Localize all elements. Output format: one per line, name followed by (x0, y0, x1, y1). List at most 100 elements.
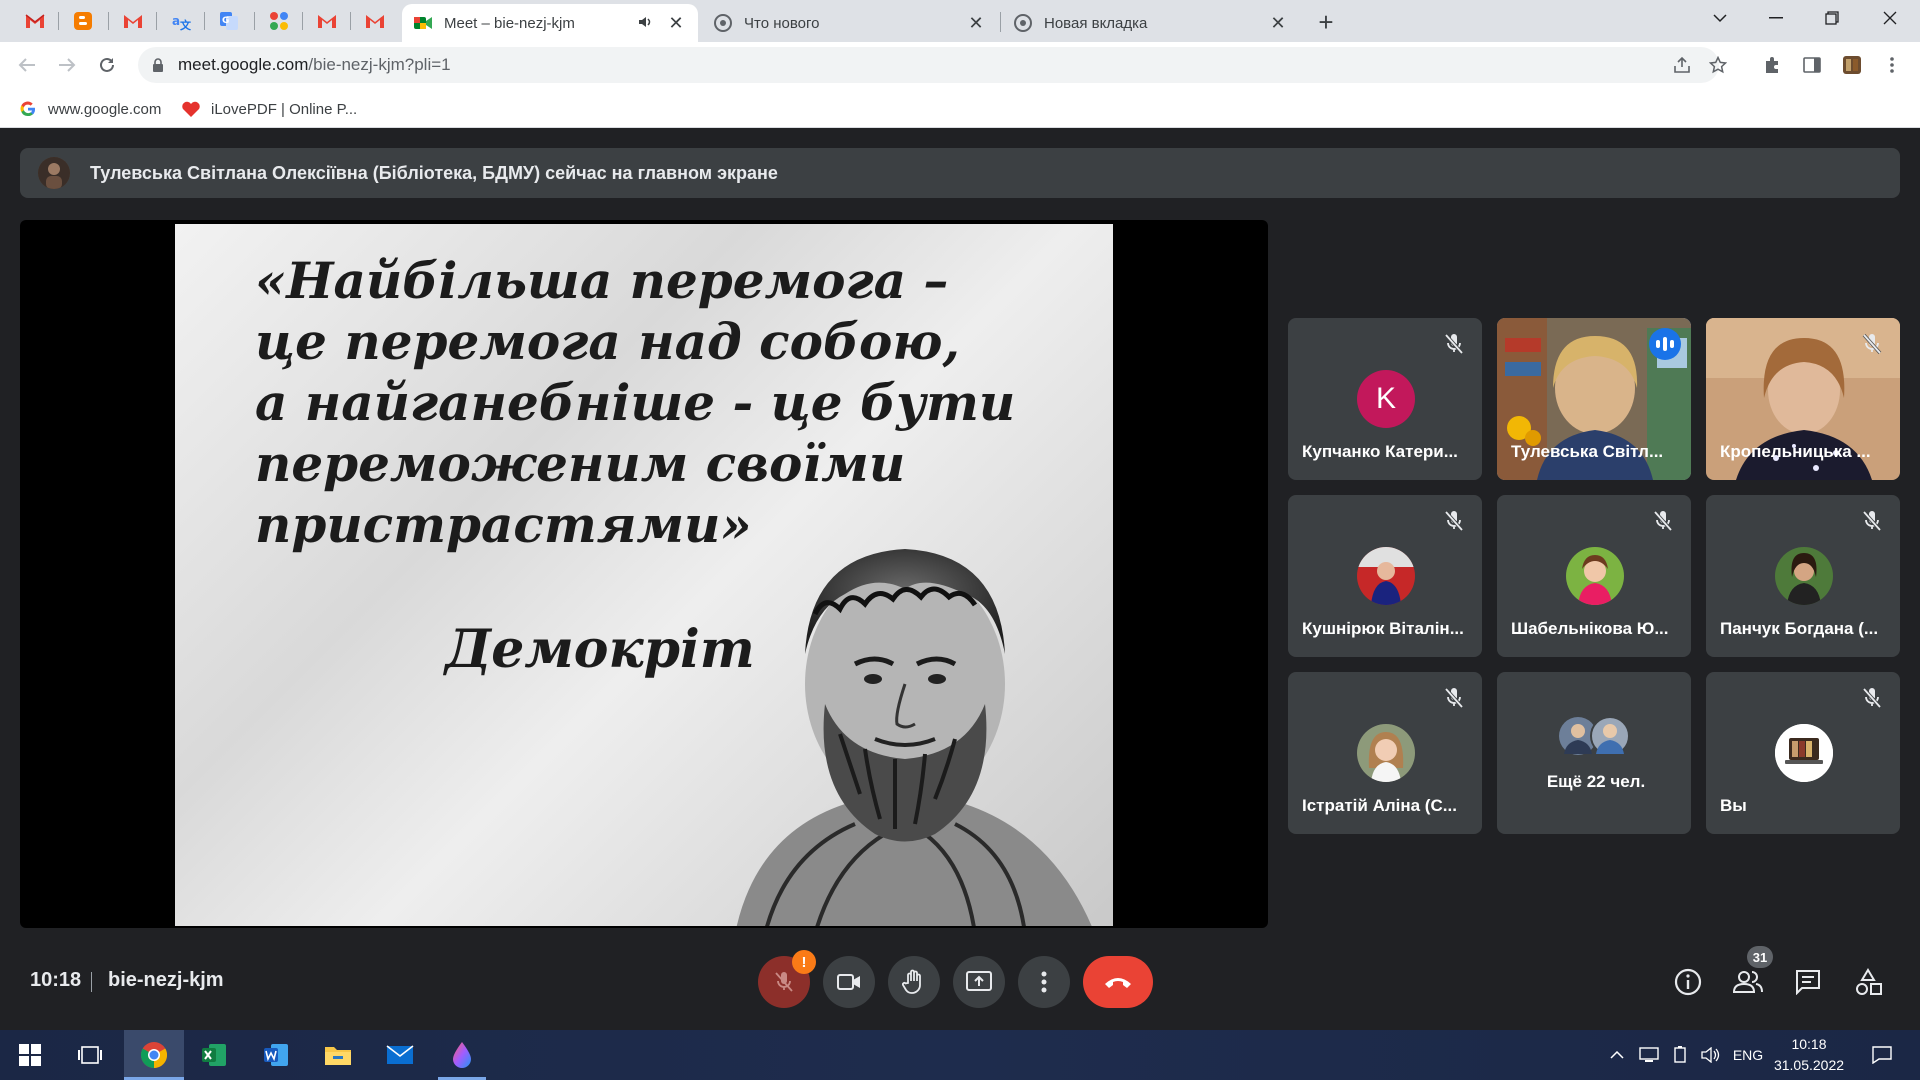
participant-tile[interactable]: K Купчанко Катери... (1288, 318, 1482, 480)
pinned-tab-gmail-1[interactable] (12, 6, 58, 36)
heart-icon (181, 99, 201, 119)
new-tab-button[interactable]: + (1312, 7, 1340, 37)
share-icon[interactable] (1668, 51, 1696, 79)
bookmark-label: iLovePDF | Online P... (211, 100, 358, 118)
windows-taskbar: ENG 10:18 31.05.2022 (0, 1030, 1920, 1080)
meeting-time: 10:18 (30, 969, 82, 991)
mail-icon (386, 1045, 414, 1064)
profile-avatar[interactable] (1837, 50, 1867, 80)
participant-tile[interactable]: Істратій Аліна (С... (1288, 672, 1482, 834)
close-tab-icon[interactable]: ✕ (1268, 13, 1288, 33)
present-screen-button[interactable] (953, 956, 1005, 1008)
meet-control-bar: 10:18 bie-nezj-kjm ! 31 (0, 924, 1920, 1030)
restore-window-icon[interactable] (1804, 0, 1860, 36)
meet-app: Тулевська Світлана Олексіївна (Бібліотек… (0, 128, 1920, 1030)
chat-icon (1796, 970, 1820, 995)
mic-off-icon (1862, 687, 1882, 709)
bookmarks-bar: www.google.com iLovePDF | Online P... (0, 88, 1920, 128)
bookmark-star-icon[interactable] (1704, 51, 1732, 79)
gmail-icon (123, 12, 143, 30)
speaker-icon[interactable] (638, 15, 658, 32)
battery-device-icon[interactable] (1666, 1030, 1694, 1080)
mic-off-icon (1653, 510, 1673, 532)
forward-arrow-icon[interactable] (52, 50, 82, 80)
close-tab-icon[interactable]: ✕ (966, 13, 986, 33)
philosopher-bust-image (736, 549, 1092, 926)
participant-avatar (1775, 547, 1833, 605)
task-view-button[interactable] (60, 1030, 120, 1080)
task-view-icon (78, 1046, 102, 1064)
video-camera-icon (837, 974, 860, 990)
more-options-button[interactable] (1018, 956, 1070, 1008)
reload-icon[interactable] (92, 50, 122, 80)
participant-name: Вы (1720, 796, 1747, 815)
bookmark-google[interactable]: www.google.com (18, 96, 161, 122)
info-icon (1674, 968, 1702, 996)
address-bar[interactable]: meet.google.com/bie-nezj-kjm?pli=1 (138, 47, 1727, 83)
people-button[interactable] (1728, 962, 1768, 1002)
close-window-icon[interactable] (1862, 0, 1918, 36)
participant-tile[interactable]: Шабельнікова Ю... (1497, 495, 1691, 657)
self-tile[interactable]: Вы (1706, 672, 1900, 834)
self-avatar (1775, 724, 1833, 782)
taskbar-excel[interactable] (184, 1030, 244, 1080)
close-tab-icon[interactable]: ✕ (666, 13, 686, 33)
url-text: meet.google.com/bie-nezj-kjm?pli=1 (178, 55, 451, 75)
google-meet-icon (414, 14, 432, 32)
participant-tile[interactable]: Кропельницька ... (1706, 318, 1900, 480)
chat-button[interactable] (1788, 962, 1828, 1002)
taskbar-chrome[interactable] (124, 1030, 184, 1080)
tab-new-tab[interactable]: Новая вкладка ✕ (1002, 4, 1300, 42)
taskbar-word[interactable] (246, 1030, 306, 1080)
participant-tile-speaking[interactable]: Тулевська Світл... (1497, 318, 1691, 480)
url-path: /bie-nezj-kjm?pli=1 (308, 55, 451, 74)
tab-whats-new[interactable]: Что нового ✕ (702, 4, 998, 42)
more-participants-tile[interactable]: Ещё 22 чел. (1497, 672, 1691, 834)
apps-grid-icon (269, 12, 289, 30)
more-participants-label: Ещё 22 чел. (1546, 772, 1646, 791)
translate-icon: a文 (171, 12, 191, 31)
pinned-tab-blogger[interactable] (60, 6, 106, 36)
pinned-tab-gmail-4[interactable] (352, 6, 398, 36)
bookmark-ilovepdf[interactable]: iLovePDF | Online P... (181, 96, 357, 122)
tab-separator (108, 12, 109, 30)
mic-off-icon (1862, 333, 1882, 355)
leave-call-button[interactable] (1083, 956, 1153, 1008)
extensions-puzzle-icon[interactable] (1757, 50, 1787, 80)
mic-warning-badge[interactable]: ! (792, 950, 816, 974)
taskbar-file-explorer[interactable] (308, 1030, 368, 1080)
participant-tile[interactable]: Кушнірюк Віталін... (1288, 495, 1482, 657)
chrome-icon (140, 1042, 168, 1069)
volume-icon[interactable] (1696, 1030, 1726, 1080)
google-translate-icon: G (219, 12, 239, 30)
pinned-tab-gmail-3[interactable] (304, 6, 350, 36)
taskbar-mail[interactable] (370, 1030, 430, 1080)
side-panel-icon[interactable] (1797, 50, 1827, 80)
input-language-indicator[interactable]: ENG (1728, 1030, 1768, 1080)
tab-search-chevron-icon[interactable] (1692, 0, 1748, 36)
lock-icon[interactable] (138, 58, 178, 72)
back-arrow-icon[interactable] (12, 50, 42, 80)
minimize-window-icon[interactable] (1748, 0, 1804, 36)
activities-shapes-icon (1856, 968, 1882, 995)
raise-hand-button[interactable] (888, 956, 940, 1008)
camera-toggle-button[interactable] (823, 956, 875, 1008)
browser-toolbar: meet.google.com/bie-nezj-kjm?pli=1 (0, 42, 1920, 88)
show-hidden-icons-chevron-icon[interactable] (1604, 1030, 1630, 1080)
pinned-tab-gmail-2[interactable] (110, 6, 156, 36)
notifications-icon[interactable] (1862, 1030, 1902, 1080)
more-participants-avatars (1559, 716, 1630, 756)
pinned-tab-apps[interactable] (256, 6, 302, 36)
browser-menu-kebab-icon[interactable] (1877, 50, 1907, 80)
pinned-tab-translate-2[interactable]: G (206, 6, 252, 36)
meeting-details-button[interactable] (1668, 962, 1708, 1002)
tab-meet[interactable]: Meet – bie-nezj-kjm ✕ (402, 4, 698, 42)
start-button[interactable] (0, 1030, 60, 1080)
network-icon[interactable] (1634, 1030, 1664, 1080)
activities-button[interactable] (1848, 962, 1888, 1002)
taskbar-paint-app[interactable] (432, 1030, 492, 1080)
system-clock[interactable]: 10:18 31.05.2022 (1764, 1034, 1854, 1076)
bookmark-label: www.google.com (48, 100, 162, 118)
pinned-tab-translate-1[interactable]: a文 (158, 6, 204, 36)
participant-tile[interactable]: Панчук Богдана (... (1706, 495, 1900, 657)
